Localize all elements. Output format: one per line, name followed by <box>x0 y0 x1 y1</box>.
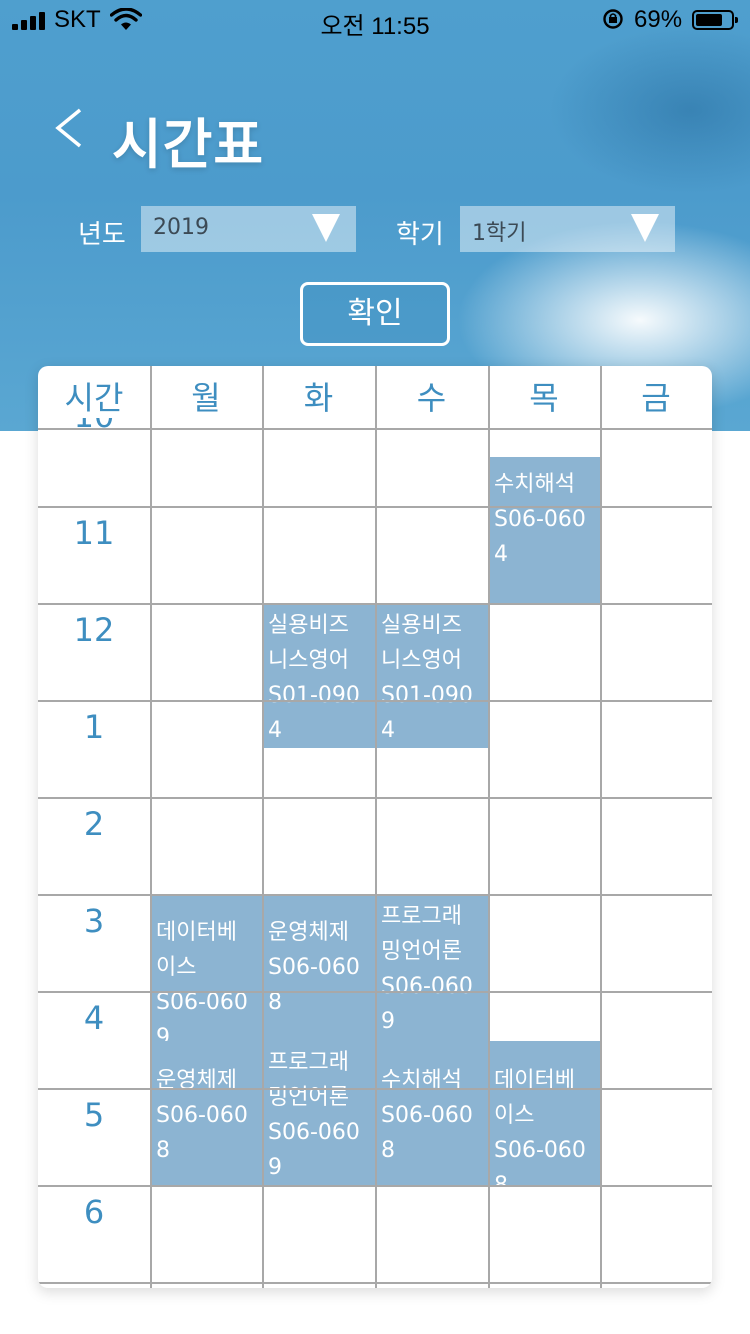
class-block-wed-english[interactable]: 실용비즈니스영어 S01-0904 <box>375 604 488 748</box>
battery-icon <box>692 10 738 30</box>
year-label: 년도 <box>78 220 126 250</box>
class-block-thu-numerical[interactable]: 수치해석 S06-0604 <box>488 457 600 604</box>
dropdown-arrow-icon <box>312 214 340 242</box>
battery-percent: 69% <box>634 6 683 33</box>
class-block-mon-os[interactable]: 운영체제 S06-0608 <box>150 1041 262 1186</box>
confirm-button[interactable]: 확인 <box>300 282 450 346</box>
rotation-lock-icon <box>603 9 623 29</box>
hour-label-12: 12 <box>73 611 115 649</box>
hour-label-4: 4 <box>83 999 105 1037</box>
header-tue: 화 <box>303 379 334 417</box>
header-mon: 월 <box>191 379 221 417</box>
grid-col-divider <box>488 366 490 1288</box>
header-thu: 목 <box>529 379 559 417</box>
class-block-tue-os[interactable]: 운영체제 S06-0608 <box>262 895 375 1041</box>
hour-label-10: 10 <box>38 418 150 438</box>
class-block-wed-numerical[interactable]: 수치해석 S06-0608 <box>375 1041 488 1186</box>
back-chevron-icon[interactable] <box>50 106 90 150</box>
hour-label-1: 1 <box>83 708 105 746</box>
timetable-grid: 시간 월 화 수 목 금 10 11 12 1 2 3 4 5 6 수치해석S0… <box>38 366 712 1288</box>
class-block-tue-english[interactable]: 실용비즈니스영어 S01-0904 <box>262 604 375 748</box>
term-select-value: 1학기 <box>472 221 527 246</box>
year-select-value: 2019 <box>153 215 209 240</box>
term-select[interactable]: 1학기 <box>460 206 675 252</box>
hour-label-2: 2 <box>83 805 105 843</box>
class-block-thu-database[interactable]: 데이터베이스 S06-0608 <box>488 1041 600 1186</box>
hour-label-11: 11 <box>73 514 115 552</box>
page-title: 시간표 <box>112 113 265 176</box>
class-block-tue-programming[interactable]: 프로그래밍언어론 S06-0609 <box>262 1041 375 1186</box>
header-fri: 금 <box>641 379 671 417</box>
class-block-wed-programming[interactable]: 프로그래밍언어론 S06-0609 <box>375 895 488 1041</box>
hour-label-3: 3 <box>83 902 105 940</box>
hour-label-6: 6 <box>83 1193 105 1231</box>
year-select[interactable]: 2019 <box>141 206 356 252</box>
grid-col-divider <box>600 366 602 1288</box>
dropdown-arrow-icon <box>631 214 659 242</box>
term-label: 학기 <box>396 220 444 250</box>
grid-col-divider <box>375 366 377 1288</box>
class-block-mon-database[interactable]: 데이터베이스 S06-0609 <box>150 895 262 1041</box>
grid-col-divider <box>150 366 152 1288</box>
header-wed: 수 <box>416 379 447 417</box>
grid-col-divider <box>262 366 264 1288</box>
hour-label-5: 5 <box>83 1096 105 1134</box>
status-bar: SKT 오전 11:55 69% <box>0 0 750 40</box>
